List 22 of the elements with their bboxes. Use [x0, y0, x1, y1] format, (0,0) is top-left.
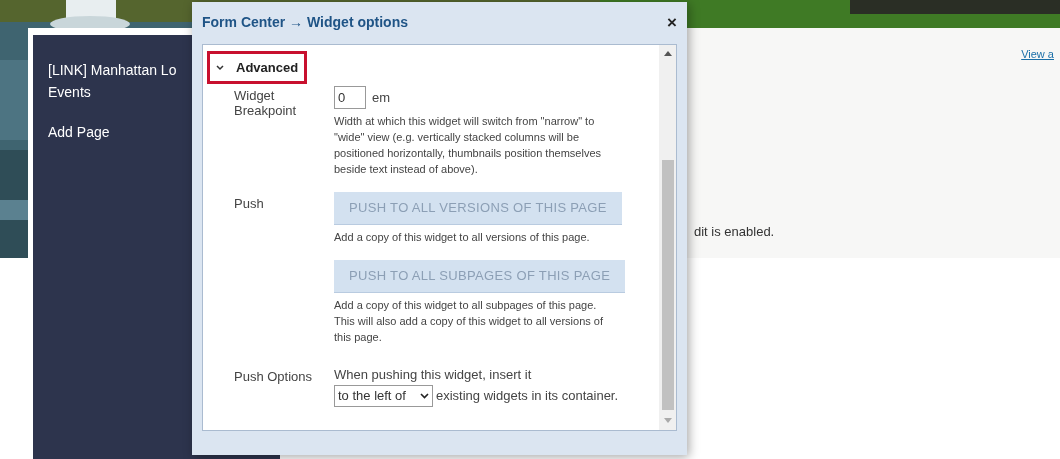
push-options-text: When pushing this widget, insert it	[334, 366, 533, 384]
scroll-down-icon	[663, 418, 672, 423]
scrollbar-thumb[interactable]	[661, 160, 674, 410]
help-text: Width at which this widget will switch from "narrow" to "wide" view (e.g. vertically stacked columns will be positioned horizontally, thumbnails position themselves beside text instead of above).	[334, 114, 602, 177]
chevron-icon	[216, 64, 224, 71]
push-options-text: existing widgets in its container.	[436, 386, 619, 405]
scrollbar[interactable]	[659, 45, 676, 430]
position-select[interactable]: to the left of	[334, 384, 433, 407]
field-label: Push	[234, 195, 265, 213]
field-label: Push Options	[234, 368, 314, 386]
unit-label: em	[372, 88, 391, 107]
chevron-icon	[420, 392, 429, 399]
help-text: Add a copy of this widget to all subpages of this page. This will also add a copy of this widget to all versions of this page.	[334, 298, 605, 345]
close-button[interactable]: ×	[667, 13, 677, 31]
notice-text: dit is enabled.	[694, 222, 776, 241]
scroll-up-icon	[663, 51, 672, 56]
breakpoint-field[interactable]: 0	[334, 86, 366, 109]
modal-title: Form Center → Widget options	[202, 12, 408, 32]
help-text: Add a copy of this widget to all versions of this page.	[334, 230, 591, 245]
section-toggle[interactable]: Advanced	[207, 51, 308, 84]
field-label: Widget Breakpoint	[234, 87, 298, 120]
view-link[interactable]: View a	[1021, 46, 1054, 63]
